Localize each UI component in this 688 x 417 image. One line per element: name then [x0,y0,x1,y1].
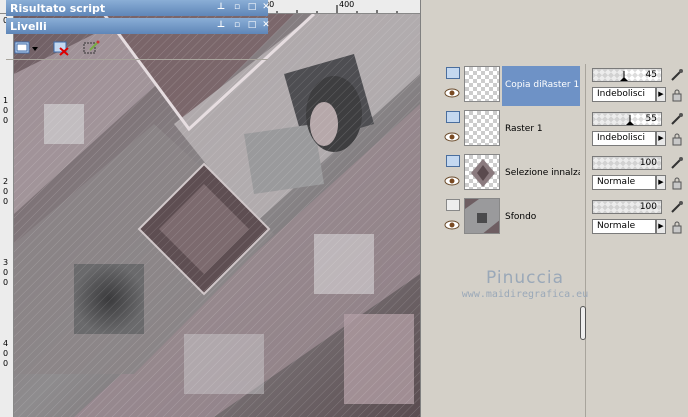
lock-icon[interactable] [670,132,684,146]
layer-thumbnail[interactable] [464,154,500,190]
layer-row[interactable]: Copia diRaster 1 [440,64,580,108]
psp-window: 0 100 200 300 400 0 1 0 0 2 0 0 3 0 0 4 … [0,0,688,417]
eyedropper-icon[interactable] [670,112,684,126]
artwork-image [14,14,420,417]
layers-panel-title[interactable]: Livelli ⊥ ▫ □ ✕ [6,18,271,34]
layer-properties-row: 45 Indebolisci ▶ [592,64,688,108]
opacity-value: 100 [639,202,657,212]
opacity-value: 45 [645,70,657,80]
watermark-url: www.maidiregrafica.eu [461,289,589,300]
layer-name[interactable]: Sfondo [502,198,580,238]
layer-row[interactable]: Selezione innalzata [440,152,580,196]
layer-row[interactable]: Raster 1 [440,108,580,152]
blend-mode-select[interactable]: Normale [592,219,656,234]
layer-properties-row: 100 Normale ▶ [592,152,688,196]
lock-icon[interactable] [670,220,684,234]
minimize-icon[interactable]: ▫ [232,20,242,30]
layers-title: Livelli [10,20,47,33]
lock-icon[interactable] [670,88,684,102]
minimize-icon[interactable]: ▫ [232,2,242,12]
raster-layer-icon [446,111,460,123]
blend-dropdown-arrow-icon[interactable]: ▶ [656,87,666,102]
canvas-area: 0 100 200 300 400 0 1 0 0 2 0 0 3 0 0 4 … [0,0,420,417]
layers-list: Copia diRaster 1 Raster 1 Selezione inna… [440,64,580,240]
visibility-eye-icon[interactable] [444,176,460,186]
eyedropper-icon[interactable] [670,156,684,170]
panel-divider [585,64,586,417]
layer-row[interactable]: Sfondo [440,196,580,240]
blend-dropdown-arrow-icon[interactable]: ▶ [656,219,666,234]
opacity-fill [593,113,631,125]
opacity-slider[interactable]: 45 [592,68,662,82]
visibility-eye-icon[interactable] [444,132,460,142]
raster-layer-icon [446,67,460,79]
edit-selection-button[interactable] [80,39,102,57]
panel-splitter-handle[interactable] [580,306,586,340]
maximize-icon[interactable]: □ [247,2,257,12]
opacity-slider[interactable]: 100 [592,200,662,214]
opacity-slider[interactable]: 100 [592,156,662,170]
layer-properties-row: 55 Indebolisci ▶ [592,108,688,152]
visibility-eye-icon[interactable] [444,220,460,230]
watermark: Pinuccia www.maidiregrafica.eu [420,268,630,300]
new-raster-layer-button[interactable] [12,39,40,57]
image-canvas[interactable] [14,14,420,417]
new-raster-layer-icon [14,41,38,54]
layer-properties-row: 100 Normale ▶ [592,196,688,240]
blend-mode-select[interactable]: Indebolisci [592,131,656,146]
layers-toolbar [6,36,268,60]
selection-thumbnail-art [471,159,495,187]
opacity-value: 100 [639,158,657,168]
close-icon[interactable]: ✕ [261,20,271,30]
layer-name[interactable]: Copia diRaster 1 [502,66,580,106]
opacity-fill [593,69,624,81]
blend-dropdown-arrow-icon[interactable]: ▶ [656,131,666,146]
ruler-top-label: 400 [339,0,355,9]
ruler-left-label: 3 0 0 [3,258,9,287]
layer-thumbnail[interactable] [464,66,500,102]
pin-icon[interactable]: ⊥ [216,2,226,12]
layer-properties: 45 Indebolisci ▶ 55 Indebolisci ▶ 100 No… [592,64,688,240]
background-layer-icon [446,199,460,211]
pin-icon[interactable]: ⊥ [216,20,226,30]
blend-dropdown-arrow-icon[interactable]: ▶ [656,175,666,190]
delete-layer-button[interactable] [50,39,72,57]
opacity-slider[interactable]: 55 [592,112,662,126]
maximize-icon[interactable]: □ [247,20,257,30]
raster-layer-icon [446,155,460,167]
blend-mode-select[interactable]: Normale [592,175,656,190]
ruler-left-label: 4 0 0 [3,339,9,368]
opacity-marker-icon[interactable] [626,115,634,125]
blend-mode-select[interactable]: Indebolisci [592,87,656,102]
eyedropper-icon[interactable] [670,68,684,82]
lock-icon[interactable] [670,176,684,190]
script-output-title: Risultato script [10,2,106,15]
eyedropper-icon[interactable] [670,200,684,214]
script-output-panel-title[interactable]: Risultato script ⊥ ▫ □ ✕ [6,0,271,16]
edit-selection-icon [83,40,100,54]
delete-layer-icon [53,41,69,56]
close-icon[interactable]: ✕ [261,2,271,12]
layer-thumbnail[interactable] [464,198,500,234]
visibility-eye-icon[interactable] [444,88,460,98]
background-thumbnail-art [465,199,499,233]
layer-thumbnail[interactable] [464,110,500,146]
ruler-vertical[interactable]: 0 1 0 0 2 0 0 3 0 0 4 0 0 [0,14,14,417]
layer-name[interactable]: Raster 1 [502,110,580,150]
opacity-value: 55 [645,114,657,124]
ruler-left-label: 1 0 0 [3,96,9,125]
opacity-marker-icon[interactable] [620,71,628,81]
layer-name[interactable]: Selezione innalzata [502,154,580,194]
watermark-name: Pinuccia [486,268,564,288]
ruler-left-label: 2 0 0 [3,177,9,206]
